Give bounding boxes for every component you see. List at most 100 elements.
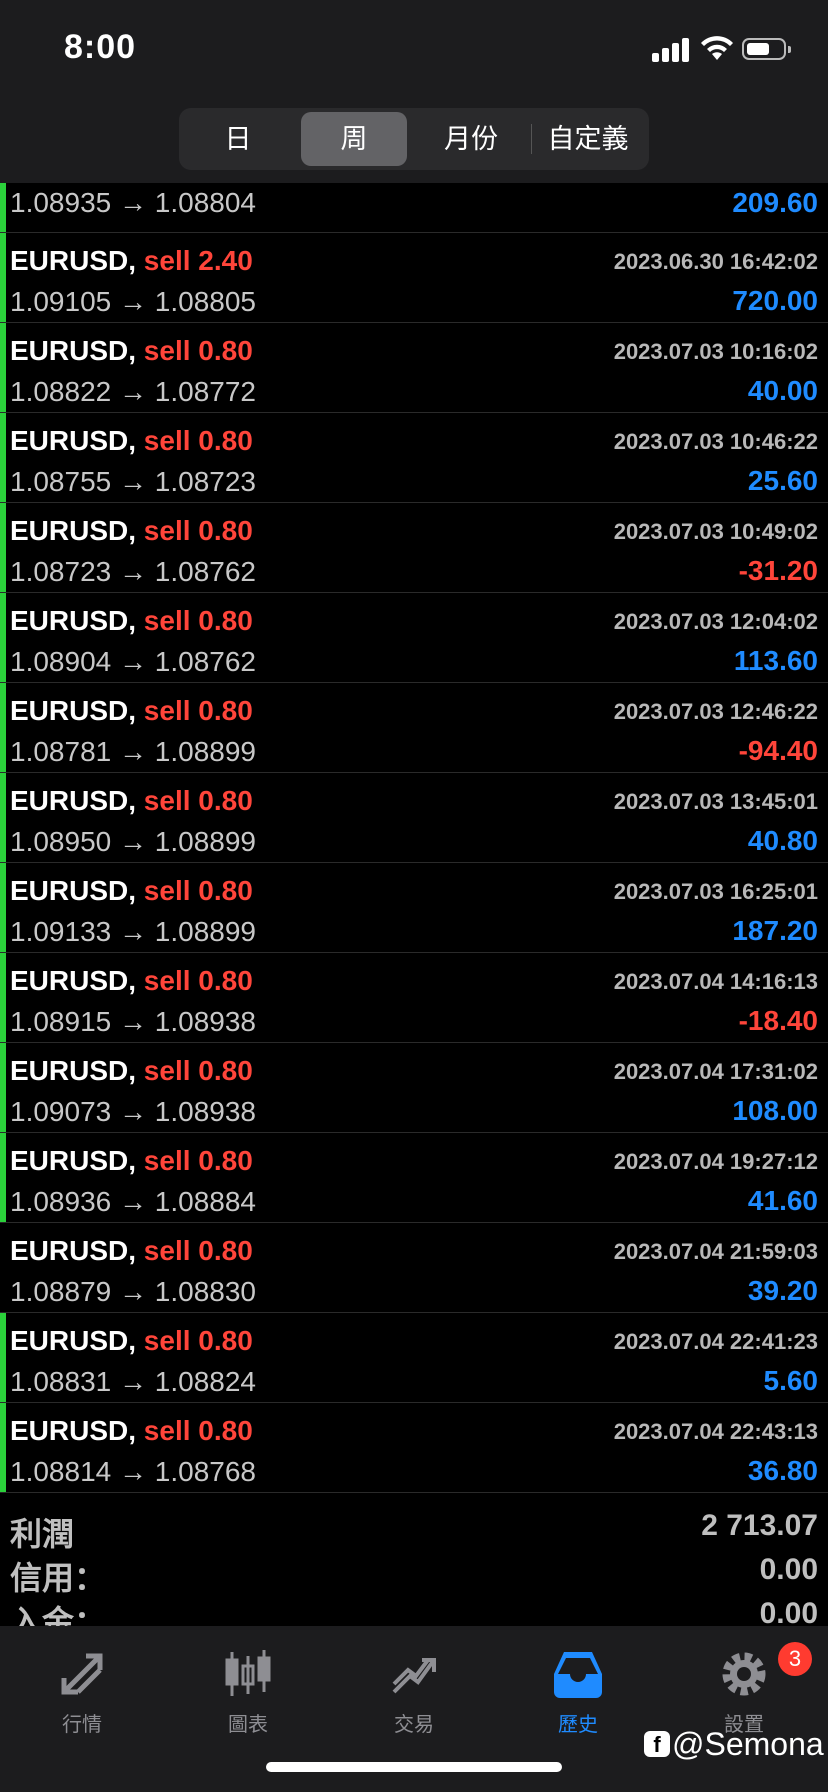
history-icon [554,1652,602,1698]
deposit-value: 0.00 [759,1597,818,1626]
row-volume: 0.80 [198,1235,253,1266]
profit-label: 利潤 [10,1516,75,1552]
tab-chart[interactable]: 圖表 [188,1640,308,1740]
row-profit: 41.60 [747,1185,818,1216]
list-item[interactable]: EURUSD, sell 0.80 2023.07.04 19:27:12 1.08… [0,1133,828,1223]
row-symbol: EURUSD, sell 0.80 [10,1235,253,1266]
row-symbol: EURUSD, sell 2.40 [10,245,253,276]
list-item[interactable]: 1.08935 → 1.08804 209.60 [0,183,828,233]
row-datetime: 2023.07.03 12:46:22 [613,699,818,724]
row-profit: -31.20 [738,555,818,586]
tab-trade[interactable]: 交易 [354,1640,474,1740]
row-side: sell [143,1145,191,1176]
summary-profit-row: 利潤 2 713.07 [0,1509,828,1553]
row-volume: 0.80 [198,605,253,636]
row-prices: 1.09105 → 1.08805 [10,286,256,317]
facebook-icon: f [644,1731,670,1757]
row-symbol: EURUSD, sell 0.80 [10,335,253,366]
row-symbol: EURUSD, sell 0.80 [10,1145,253,1176]
list-item[interactable]: EURUSD, sell 0.80 2023.07.04 21:59:03 1.08… [0,1223,828,1313]
period-segmented-control: 日 周 月份 自定義 [179,108,649,170]
row-side: sell [143,695,191,726]
row-prices: 1.08822 → 1.08772 [10,376,256,407]
row-side: sell [143,1325,191,1356]
row-marker [0,323,6,412]
trade-icon [392,1658,436,1694]
row-symbol: EURUSD, sell 0.80 [10,785,253,816]
row-prices: 1.08755 → 1.08723 [10,466,256,497]
chart-icon [225,1650,271,1696]
tab-settings[interactable]: 3 設置 [684,1640,812,1740]
tab-label: 交易 [394,1714,434,1736]
profit-value: 2 713.07 [701,1509,818,1542]
row-marker [0,863,6,952]
notification-badge: 3 [778,1642,812,1676]
row-prices: 1.08723 → 1.08762 [10,556,256,587]
status-time: 8:00 [64,28,137,66]
row-volume: 0.80 [198,1415,253,1446]
row-side: sell [143,965,191,996]
summary-deposit-row: 入金： 0.00 [0,1597,828,1626]
row-marker [0,183,6,232]
list-item[interactable]: EURUSD, sell 0.80 2023.07.03 10:16:02 1.08… [0,323,828,413]
list-item[interactable]: EURUSD, sell 0.80 2023.07.03 10:49:02 1.08… [0,503,828,593]
row-datetime: 2023.06.30 16:42:02 [613,249,818,274]
row-profit: 36.80 [747,1455,818,1486]
list-item[interactable]: EURUSD, sell 0.80 2023.07.04 22:43:13 1.08… [0,1403,828,1493]
row-symbol: EURUSD, sell 0.80 [10,695,253,726]
row-prices: 1.08781 → 1.08899 [10,736,256,767]
row-datetime: 2023.07.03 10:49:02 [613,519,818,544]
list-item[interactable]: EURUSD, sell 0.80 2023.07.03 16:25:01 1.09… [0,863,828,953]
row-volume: 0.80 [198,875,253,906]
row-symbol: EURUSD, sell 0.80 [10,425,253,456]
list-item[interactable]: EURUSD, sell 0.80 2023.07.03 10:46:22 1.08… [0,413,828,503]
row-side: sell [143,605,191,636]
row-datetime: 2023.07.03 13:45:01 [613,789,818,814]
row-marker [0,683,6,772]
quotes-icon [61,1653,103,1695]
segment-week[interactable]: 周 [301,112,407,166]
row-datetime: 2023.07.03 10:16:02 [613,339,818,364]
summary-credit-row: 信用： 0.00 [0,1553,828,1597]
row-symbol: EURUSD, sell 0.80 [10,515,253,546]
row-marker [0,503,6,592]
row-side: sell [143,245,191,276]
credit-value: 0.00 [759,1553,818,1586]
tab-history[interactable]: 歷史 [518,1640,638,1740]
row-marker [0,773,6,862]
wifi-icon [701,36,733,60]
history-list[interactable]: 1.08935 → 1.08804 209.60 EURUSD, sell 2.… [0,183,828,1501]
list-item[interactable]: EURUSD, sell 2.40 2023.06.30 16:42:02 1.09… [0,233,828,323]
row-profit: 5.60 [763,1365,819,1396]
tab-quotes[interactable]: 行情 [22,1640,142,1740]
row-side: sell [143,515,191,546]
row-volume: 0.80 [198,1325,253,1356]
row-symbol: EURUSD, sell 0.80 [10,1325,253,1356]
row-prices: 1.08935 → 1.08804 [10,187,256,218]
row-marker [0,953,6,1042]
credit-label: 信用： [10,1560,107,1596]
deposit-label: 入金： [10,1604,107,1626]
row-marker [0,413,6,502]
row-profit: 40.80 [747,825,818,856]
list-item[interactable]: EURUSD, sell 0.80 2023.07.04 22:41:23 1.08… [0,1313,828,1403]
segment-custom[interactable]: 自定義 [535,112,641,166]
row-prices: 1.08936 → 1.08884 [10,1186,256,1217]
row-datetime: 2023.07.04 19:27:12 [613,1149,818,1174]
battery-icon [742,38,791,60]
row-prices: 1.08915 → 1.08938 [10,1006,256,1037]
list-item[interactable]: EURUSD, sell 0.80 2023.07.03 13:45:01 1.08… [0,773,828,863]
row-side: sell [143,875,191,906]
row-marker [0,1043,6,1132]
list-item[interactable]: EURUSD, sell 0.80 2023.07.03 12:46:22 1.08… [0,683,828,773]
segment-month[interactable]: 月份 [418,112,524,166]
list-item[interactable]: EURUSD, sell 0.80 2023.07.04 17:31:02 1.09… [0,1043,828,1133]
list-item[interactable]: EURUSD, sell 0.80 2023.07.04 14:16:13 1.08… [0,953,828,1043]
row-symbol: EURUSD, sell 0.80 [10,965,253,996]
list-item[interactable]: EURUSD, sell 0.80 2023.07.03 12:04:02 1.08… [0,593,828,683]
row-prices: 1.08831 → 1.08824 [10,1366,256,1397]
row-marker [0,1133,6,1222]
segment-day[interactable]: 日 [185,112,291,166]
row-marker [0,233,6,322]
row-prices: 1.09133 → 1.08899 [10,916,256,947]
